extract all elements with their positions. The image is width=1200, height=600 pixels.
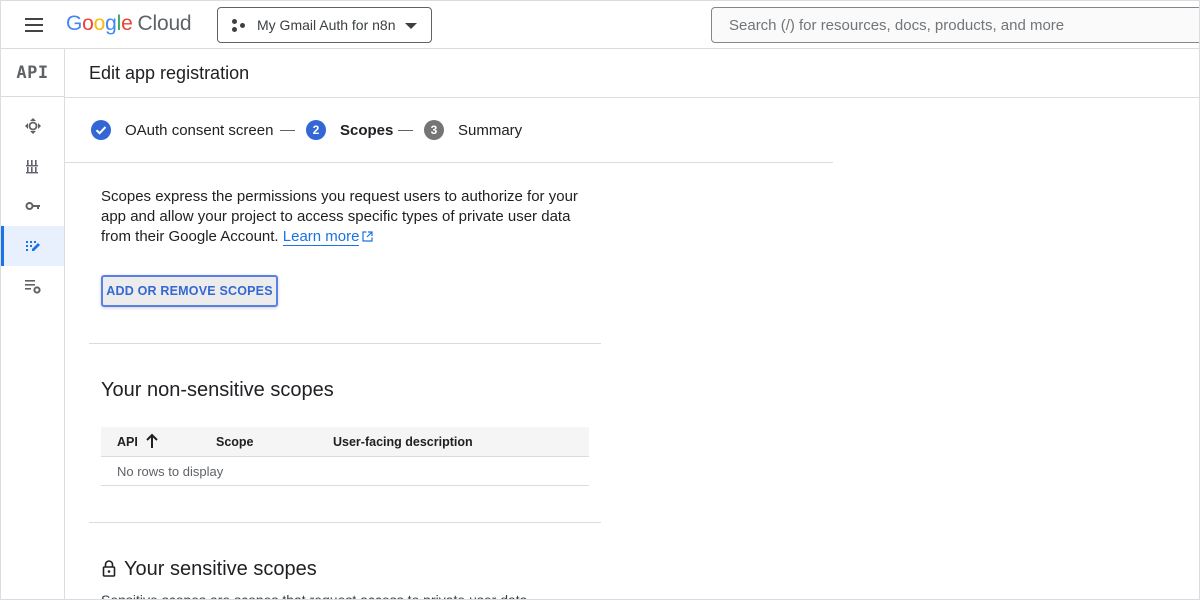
add-or-remove-scopes-button[interactable]: ADD OR REMOVE SCOPES — [101, 275, 278, 307]
step-label: Scopes — [340, 121, 394, 139]
column-header-api[interactable]: API — [117, 435, 138, 449]
google-cloud-logo[interactable]: Google Cloud — [66, 12, 192, 36]
apis-move-icon — [25, 118, 41, 134]
project-picker[interactable]: My Gmail Auth for n8n — [217, 7, 432, 43]
learn-more-link[interactable]: Learn more — [282, 228, 360, 246]
key-icon — [25, 202, 40, 210]
step-number: 2 — [306, 120, 326, 140]
hamburger-menu-icon[interactable] — [23, 15, 47, 35]
sensitive-scopes-title: Your sensitive scopes — [124, 558, 317, 580]
table-header: API Scope User-facing description — [101, 427, 589, 457]
step-oauth-consent[interactable]: OAuth consent screen — [91, 120, 273, 140]
app-frame: GoogleCloud My Gmail Auth for n8n API — [0, 0, 1200, 600]
non-sensitive-scopes-title: Your non-sensitive scopes — [101, 379, 334, 401]
left-rail: API — [1, 49, 65, 599]
top-bar: Google Cloud My Gmail Auth for n8n — [1, 1, 1199, 49]
section-divider — [89, 522, 601, 523]
sensitive-scopes-description: Sensitive scopes are scopes that request… — [101, 592, 532, 600]
rail-item-credentials[interactable] — [1, 186, 64, 226]
logo-letter: o — [93, 12, 106, 35]
check-circle-icon — [91, 120, 111, 140]
rail-item-library[interactable] — [1, 146, 64, 186]
column-header-scope[interactable]: Scope — [216, 435, 254, 449]
step-summary[interactable]: 3 Summary — [424, 120, 522, 140]
external-link-icon — [362, 231, 374, 242]
step-label: OAuth consent screen — [125, 121, 274, 139]
logo-letter: e — [121, 12, 133, 35]
step-label: Summary — [458, 121, 523, 139]
step-number: 3 — [424, 120, 444, 140]
column-header-description[interactable]: User-facing description — [333, 435, 473, 449]
page-title: Edit app registration — [89, 63, 250, 83]
consent-edit-icon — [26, 241, 40, 251]
stepper: OAuth consent screen 2 Scopes 3 Summary — [65, 98, 833, 163]
step-scopes[interactable]: 2 Scopes — [306, 120, 393, 140]
logo-letter: o — [82, 12, 94, 35]
project-name: My Gmail Auth for n8n — [257, 17, 396, 33]
logo-product: Cloud — [137, 12, 192, 35]
section-divider — [89, 343, 601, 344]
non-sensitive-scopes-table: API Scope User-facing description No row… — [101, 427, 589, 486]
api-section-title: API — [1, 49, 64, 97]
library-icon — [26, 160, 38, 174]
page-header: Edit app registration — [65, 49, 1199, 98]
table-empty-row: No rows to display — [101, 457, 589, 486]
rail-item-page-usage[interactable] — [1, 266, 64, 306]
search-box[interactable] — [711, 7, 1199, 43]
lock-icon — [102, 560, 116, 577]
step-connector — [280, 130, 295, 131]
sort-ascending-icon[interactable] — [145, 433, 159, 449]
empty-state-text: No rows to display — [117, 464, 224, 479]
search-input[interactable] — [712, 8, 1199, 42]
logo-letter: G — [66, 12, 83, 35]
step-connector — [398, 130, 413, 131]
rail-item-oauth-consent[interactable] — [1, 226, 64, 266]
rail-item-enabled-apis[interactable] — [1, 106, 64, 146]
caret-down-icon — [405, 23, 417, 29]
settings-list-icon — [25, 280, 41, 294]
logo-letter: g — [105, 12, 117, 35]
project-dots-icon — [232, 19, 246, 33]
scopes-description: Scopes express the permissions you reque… — [101, 187, 591, 247]
